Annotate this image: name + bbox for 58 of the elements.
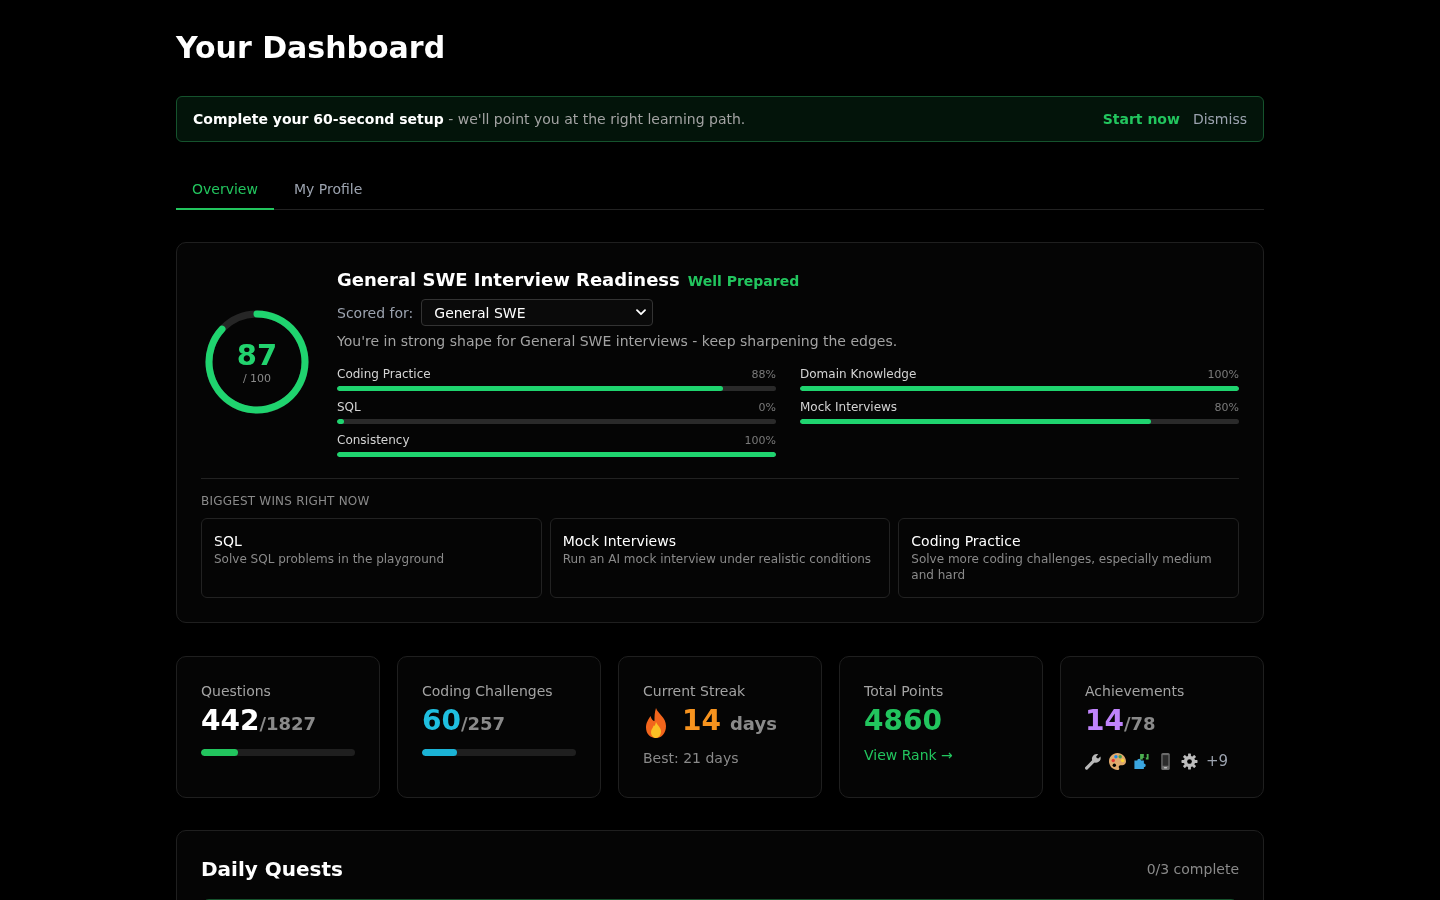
stat-unit: days <box>729 712 777 736</box>
suggestion-description: Solve SQL problems in the playground <box>214 551 445 567</box>
score-max: / 100 <box>242 372 272 386</box>
banner-message: Complete your 60-second setup - we'll point you at the right learning path. <box>193 111 747 127</box>
category-percent: 100% <box>744 433 776 449</box>
palette-icon <box>1109 752 1126 770</box>
section-heading: BIGGEST WINS RIGHT NOW <box>201 493 371 509</box>
stat-value: 60 <box>422 703 461 739</box>
page-title: Your Dashboard <box>176 29 447 67</box>
suggestion-title: Mock Interviews <box>562 532 677 551</box>
flame-icon <box>643 706 669 739</box>
stat-value: 442 <box>201 703 260 739</box>
stat-label: Current Streak <box>643 682 747 701</box>
wrench-icon <box>1085 752 1102 770</box>
quest-count-text: 0/3 complete <box>1146 861 1239 877</box>
puzzle-icon <box>1133 752 1150 770</box>
readiness-status: Well Prepared <box>687 273 800 289</box>
category-name: Domain Knowledge <box>800 366 917 382</box>
readiness-score: 87 <box>236 338 278 372</box>
suggestion-title: Coding Practice <box>911 532 1022 551</box>
gear-icon <box>1181 752 1198 770</box>
stat-label: Questions <box>201 682 272 701</box>
dismiss-button[interactable]: Dismiss <box>1192 111 1247 127</box>
suggestion-description: Run an AI mock interview under realistic conditions <box>562 551 873 567</box>
stat-label: Total Points <box>864 682 945 701</box>
stat-total: /257 <box>460 713 506 736</box>
tab[interactable]: Overview <box>176 170 274 210</box>
suggestion-description: Solve more coding challenges, especially medium and hard <box>911 551 1213 583</box>
stat-total: /78 <box>1123 713 1156 736</box>
chevron-down-icon <box>636 309 647 316</box>
view-rank-link[interactable]: View Rank → <box>864 745 953 765</box>
start-now-button[interactable]: Start now <box>1102 111 1180 127</box>
suggestion-card[interactable]: SQL Solve SQL problems in the playground <box>201 518 542 598</box>
suggestion-title: SQL <box>214 532 243 551</box>
category-name: Coding Practice <box>337 366 431 382</box>
category-percent: 100% <box>1207 367 1239 383</box>
suggestion-card[interactable]: Coding Practice Solve more coding challenges, especially medium and hard <box>898 518 1239 598</box>
suggestion-card[interactable]: Mock Interviews Run an AI mock interview under realistic conditions <box>549 518 891 598</box>
category-name: SQL <box>337 399 361 415</box>
category-percent: 0% <box>758 400 776 416</box>
category-percent: 88% <box>751 367 776 383</box>
more-count: +9 <box>1206 752 1229 770</box>
stat-label: Achievements <box>1085 682 1186 701</box>
track-select[interactable]: General SWE <box>421 299 654 326</box>
stat-value: 14 <box>1085 703 1124 739</box>
stat-value: 14 <box>682 703 721 739</box>
stat-total: /1827 <box>259 713 317 736</box>
readiness-summary: You're in strong shape for General SWE interviews - keep sharpening the edges. <box>337 332 899 351</box>
scored-for-label: Scored for: <box>337 304 414 321</box>
stat-note: Best: 21 days <box>643 749 740 768</box>
stat-label: Coding Challenges <box>422 682 554 701</box>
readiness-title: General SWE Interview Readiness <box>337 268 680 292</box>
tab[interactable]: My Profile <box>277 170 379 210</box>
section-title: Daily Quests <box>201 856 343 883</box>
category-percent: 80% <box>1214 400 1239 416</box>
category-name: Mock Interviews <box>800 399 898 415</box>
stat-value: 4860 <box>864 703 942 739</box>
category-name: Consistency <box>337 432 410 448</box>
